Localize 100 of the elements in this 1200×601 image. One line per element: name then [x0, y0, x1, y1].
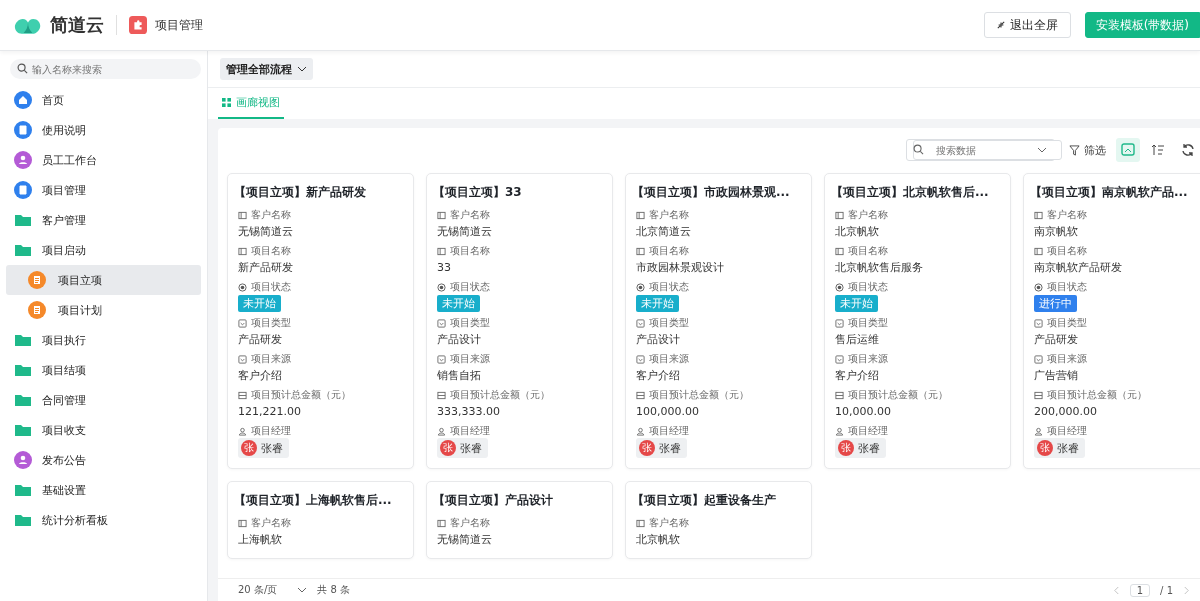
field-label: 项目状态 — [1047, 280, 1087, 294]
sidebar-item[interactable]: 项目计划 — [6, 295, 201, 325]
radio-icon — [238, 282, 247, 292]
field-label: 客户名称 — [1047, 208, 1087, 222]
sidebar-item[interactable]: 使用说明 — [6, 115, 201, 145]
field-value: 产品研发 — [238, 331, 283, 348]
gallery-card[interactable]: 【项目立项】市政园林景观... 客户名称 北京简道云 项目名称 市政园林景观设计 项目状态 未开始 项目类型 产品设计 项目来源 客户介绍 项目预计总金额（元） 100,000.00 项目经理 张 张睿 — [625, 173, 812, 469]
user-chip: 张 张睿 — [238, 438, 289, 458]
sidebar-item[interactable]: 项目结项 — [6, 355, 201, 385]
text-field-icon — [835, 246, 844, 256]
chevron-down-icon — [1037, 147, 1047, 153]
field-value: 南京帆软 — [1034, 223, 1079, 240]
field-label: 项目类型 — [1047, 316, 1087, 330]
field-label: 客户名称 — [251, 516, 291, 530]
sidebar-item[interactable]: 项目执行 — [6, 325, 201, 355]
select-field-icon — [636, 354, 645, 364]
field-label: 客户名称 — [649, 208, 689, 222]
card-title: 【项目立项】市政园林景观... — [632, 184, 791, 201]
field-label: 项目状态 — [251, 280, 291, 294]
sidebar-item[interactable]: 项目收支 — [6, 415, 201, 445]
field-value: 新产品研发 — [238, 259, 294, 276]
sidebar-item[interactable]: 首页 — [6, 85, 201, 115]
field-label: 项目类型 — [251, 316, 291, 330]
shrink-icon — [996, 21, 1005, 29]
select-field-icon — [1034, 354, 1043, 364]
sidebar-item[interactable]: 项目管理 — [6, 175, 201, 205]
next-page-icon[interactable] — [1183, 585, 1190, 595]
sidebar-item[interactable]: 合同管理 — [6, 385, 201, 415]
gallery-toggle-icon[interactable] — [1116, 138, 1140, 162]
field-value: 售后运维 — [835, 331, 880, 348]
gallery-card[interactable]: 【项目立项】上海帆软售后... 客户名称 上海帆软 — [227, 481, 414, 559]
page-count: / 1 — [1160, 584, 1173, 596]
field-value: 无锡简道云 — [437, 223, 493, 240]
sidebar-item[interactable]: 客户管理 — [6, 205, 201, 235]
select-field-icon — [1034, 318, 1043, 328]
sidebar-item[interactable]: 项目立项 — [6, 265, 201, 295]
gallery-card[interactable]: 【项目立项】33 客户名称 无锡简道云 项目名称 33 项目状态 未开始 项目类型 产品设计 项目来源 销售自拓 项目预计总金额（元） 333,333.00 项目经理 张 张睿 — [426, 173, 613, 469]
text-field-icon — [636, 210, 645, 220]
avatar: 张 — [440, 440, 456, 456]
field-value: 上海帆软 — [238, 531, 283, 548]
field-label: 项目来源 — [450, 352, 490, 366]
sidebar-item[interactable]: 统计分析看板 — [6, 505, 201, 535]
field-value: 客户介绍 — [835, 367, 880, 384]
text-field-icon — [437, 210, 446, 220]
gallery-card[interactable]: 【项目立项】起重设备生产 客户名称 北京帆软 — [625, 481, 812, 559]
field-value: 客户介绍 — [238, 367, 283, 384]
radio-icon — [636, 282, 645, 292]
field-label: 项目名称 — [1047, 244, 1087, 258]
page-size-dropdown[interactable]: 20 条/页 — [238, 583, 308, 597]
gallery-card[interactable]: 【项目立项】产品设计 客户名称 无锡简道云 — [426, 481, 613, 559]
field-label: 项目类型 — [848, 316, 888, 330]
total-count: 共 8 条 — [317, 583, 350, 597]
status-tag: 未开始 — [636, 294, 679, 312]
sidebar-item[interactable]: 员工工作台 — [6, 145, 201, 175]
field-label: 项目来源 — [251, 352, 291, 366]
filter-icon — [1069, 144, 1080, 156]
select-field-icon — [437, 354, 446, 364]
sidebar-item[interactable]: 项目启动 — [6, 235, 201, 265]
field-label: 项目经理 — [649, 424, 689, 438]
field-value: 121,221.00 — [238, 403, 302, 420]
field-label: 项目名称 — [649, 244, 689, 258]
previous-page-icon[interactable] — [1112, 585, 1120, 595]
field-label: 项目预计总金额（元） — [649, 388, 749, 402]
gallery-card[interactable]: 【项目立项】南京帆软产品... 客户名称 南京帆软 项目名称 南京帆软产品研发 项目状态 进行中 项目类型 产品研发 项目来源 广告营销 项目预计总金额（元） 200,000.00 项目经理 张 张睿 — [1023, 173, 1200, 469]
sidebar-item[interactable]: 基础设置 — [6, 475, 201, 505]
radio-icon — [437, 282, 446, 292]
filter-button[interactable]: 筛选 — [1065, 142, 1110, 158]
status-tag: 未开始 — [437, 294, 480, 312]
status-tag: 进行中 — [1034, 294, 1077, 312]
gallery-card[interactable]: 【项目立项】新产品研发 客户名称 无锡简道云 项目名称 新产品研发 项目状态 未开始 项目类型 产品研发 项目来源 客户介绍 项目预计总金额（元） 121,221.00 项目经理 张 张睿 — [227, 173, 414, 469]
page-input[interactable]: 1 — [1129, 583, 1151, 597]
card-title: 【项目立项】新产品研发 — [234, 184, 367, 201]
field-label: 项目名称 — [251, 244, 291, 258]
search-icon — [913, 144, 924, 155]
field-label: 项目经理 — [848, 424, 888, 438]
field-value: 销售自拓 — [437, 367, 482, 384]
text-field-icon — [636, 518, 645, 528]
person-icon — [14, 151, 32, 169]
field-value: 北京帆软 — [835, 223, 880, 240]
status-tag: 未开始 — [835, 294, 878, 312]
exit-fullscreen-button[interactable]: 退出全屏 — [983, 12, 1071, 38]
flow-dropdown[interactable]: 管理全部流程 — [220, 58, 313, 80]
chevron-down-icon — [297, 587, 308, 593]
text-field-icon — [835, 210, 844, 220]
field-value: 200,000.00 — [1034, 403, 1098, 420]
text-field-icon — [437, 246, 446, 256]
search-field[interactable]: 输入名称来搜索 — [10, 59, 201, 79]
number-field-icon — [835, 390, 844, 400]
select-field-icon — [835, 354, 844, 364]
field-label: 项目来源 — [649, 352, 689, 366]
text-field-icon — [1034, 210, 1043, 220]
search-data-field[interactable]: 搜索数据 — [913, 140, 1062, 160]
form-icon — [28, 271, 46, 289]
field-label: 项目预计总金额（元） — [251, 388, 351, 402]
person-icon — [1034, 426, 1043, 436]
card-title: 【项目立项】起重设备生产 — [632, 492, 777, 509]
sidebar-item[interactable]: 发布公告 — [6, 445, 201, 475]
user-chip: 张 张睿 — [1034, 438, 1085, 458]
gallery-card[interactable]: 【项目立项】北京帆软售后... 客户名称 北京帆软 项目名称 北京帆软售后服务 项目状态 未开始 项目类型 售后运维 项目来源 客户介绍 项目预计总金额（元） 10,000.00 项目经理 张 张睿 — [824, 173, 1011, 469]
field-label: 项目来源 — [1047, 352, 1087, 366]
